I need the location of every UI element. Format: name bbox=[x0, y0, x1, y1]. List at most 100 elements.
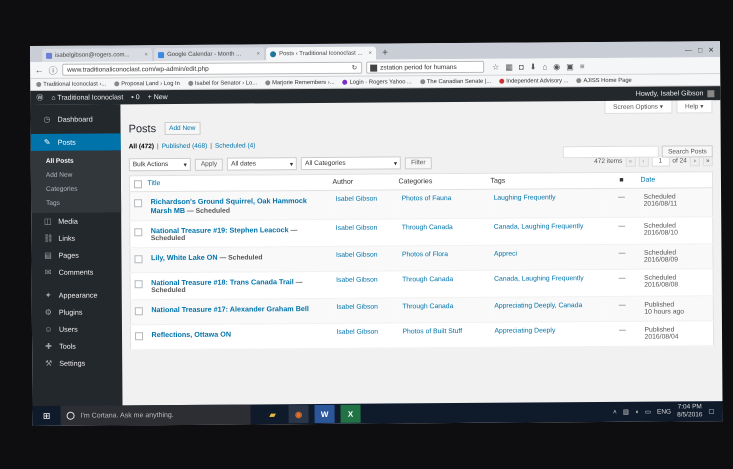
tags-link[interactable]: Canada, Laughing Frequently bbox=[490, 217, 603, 246]
sidebar-item-media[interactable]: ◫ Media bbox=[31, 212, 121, 230]
browser-tab-posts[interactable]: Posts ‹ Traditional Iconoclast ... × bbox=[266, 46, 377, 61]
row-checkbox[interactable] bbox=[135, 332, 144, 341]
post-search-input[interactable] bbox=[563, 145, 660, 159]
author-link[interactable]: Isabel Gibson bbox=[333, 270, 400, 299]
screen-options-button[interactable]: Screen Options ▾ bbox=[604, 100, 673, 114]
bookmark-item[interactable]: Traditional Iconoclast ›... bbox=[36, 81, 106, 87]
word-icon[interactable]: W bbox=[314, 404, 335, 424]
author-link[interactable]: Isabel Gibson bbox=[332, 245, 400, 272]
filter-published[interactable]: Published (468) bbox=[162, 143, 208, 150]
author-link[interactable]: Isabel Gibson bbox=[333, 322, 400, 349]
sidebar-item-plugins[interactable]: ⚙ Plugins bbox=[32, 303, 122, 321]
submenu-add-new[interactable]: Add New bbox=[31, 167, 121, 182]
home-icon[interactable]: ⌂ bbox=[542, 62, 547, 71]
bulk-actions-select[interactable]: Bulk Actions ▾ bbox=[128, 157, 191, 172]
row-checkbox[interactable] bbox=[134, 228, 143, 237]
download-icon[interactable]: ⬇ bbox=[530, 62, 537, 71]
bookmark-item[interactable]: AJISS Home Page bbox=[576, 77, 632, 84]
site-name-link[interactable]: ⌂ Traditional Iconoclast bbox=[51, 94, 123, 102]
info-icon[interactable]: ⓘ bbox=[48, 63, 58, 76]
help-button[interactable]: Help ▾ bbox=[675, 100, 713, 114]
column-date[interactable]: Date bbox=[640, 171, 713, 189]
categories-link[interactable]: Photos of Built Stuff bbox=[399, 322, 492, 348]
pocket-icon[interactable]: ◘ bbox=[519, 62, 524, 71]
sidebar-item-appearance[interactable]: ✦ Appearance bbox=[32, 286, 122, 304]
close-icon[interactable]: × bbox=[257, 51, 261, 57]
submenu-all-posts[interactable]: All Posts bbox=[31, 153, 121, 168]
table-row[interactable]: Richardson's Ground Squirrel, Oak Hammoc… bbox=[129, 187, 713, 221]
bookmark-item[interactable]: Marjorie Remembers ›... bbox=[265, 79, 335, 86]
star-icon[interactable]: ☆ bbox=[492, 62, 499, 71]
row-checkbox[interactable] bbox=[134, 255, 143, 264]
row-checkbox[interactable] bbox=[134, 307, 143, 316]
post-title-link[interactable]: National Treasure #19: Stephen Leacock bbox=[151, 225, 289, 235]
categories-link[interactable]: Photos of Flora bbox=[398, 245, 492, 271]
tags-link[interactable]: Appreciating Deeply bbox=[491, 321, 604, 348]
chevron-up-icon[interactable]: ˄ bbox=[613, 408, 617, 415]
volume-icon[interactable]: ◖ bbox=[635, 408, 639, 415]
file-explorer-icon[interactable]: ▰ bbox=[263, 405, 283, 423]
row-checkbox[interactable] bbox=[134, 280, 143, 289]
select-all-checkbox[interactable] bbox=[133, 179, 142, 188]
keyboard-language[interactable]: ENG bbox=[657, 408, 671, 415]
network-icon[interactable]: ▥ bbox=[623, 408, 629, 416]
comments-link[interactable]: ▪ 0 bbox=[131, 94, 139, 101]
reading-list-icon[interactable]: ▦ bbox=[505, 62, 513, 71]
comment-bubble-icon[interactable]: ■ bbox=[602, 172, 641, 189]
post-title-link[interactable]: Reflections, Ottawa ON bbox=[151, 330, 231, 340]
post-title-link[interactable]: Lily, White Lake ON bbox=[151, 253, 218, 262]
bookmark-item[interactable]: Login - Rogers Yahoo ... bbox=[342, 79, 412, 85]
browser-tab-calendar[interactable]: Google Calendar - Month ... × bbox=[154, 47, 265, 62]
sidebar-item-links[interactable]: ⛓ Links bbox=[31, 229, 121, 247]
cortana-search[interactable]: I'm Cortana. Ask me anything. bbox=[60, 404, 251, 426]
browser-tab-email[interactable]: isabelgibson@rogers.com... × bbox=[42, 48, 153, 62]
wordpress-logo-icon[interactable]: Ⓦ bbox=[36, 93, 43, 103]
search-bar[interactable]: zstation period for humans bbox=[366, 60, 485, 74]
addon-icon[interactable]: ▣ bbox=[566, 62, 574, 71]
sidebar-item-pages[interactable]: ▤ Pages bbox=[31, 246, 121, 264]
excel-icon[interactable]: X bbox=[340, 404, 361, 423]
close-icon[interactable]: × bbox=[145, 52, 149, 58]
address-bar[interactable]: www.traditionaliconoclast.com/wp-admin/e… bbox=[62, 61, 363, 76]
add-new-button[interactable]: Add New bbox=[164, 121, 201, 136]
author-link[interactable]: Isabel Gibson bbox=[332, 218, 399, 247]
bookmark-item[interactable]: Proposal Land › Log In bbox=[114, 80, 180, 87]
author-link[interactable]: Isabel Gibson bbox=[333, 297, 400, 324]
bookmark-item[interactable]: Independent Advisory ... bbox=[499, 78, 568, 84]
categories-link[interactable]: Through Canada bbox=[399, 270, 492, 298]
column-title[interactable]: Title bbox=[147, 174, 333, 192]
row-checkbox[interactable] bbox=[134, 199, 143, 208]
sidebar-item-comments[interactable]: ✉ Comments bbox=[32, 263, 122, 281]
close-icon[interactable]: × bbox=[369, 50, 373, 56]
minimize-icon[interactable]: — bbox=[685, 47, 692, 54]
account-menu[interactable]: Howdy, Isabel Gibson bbox=[636, 89, 715, 97]
sidebar-item-users[interactable]: ☺ Users bbox=[32, 320, 122, 338]
sidebar-item-posts[interactable]: ✎ Posts bbox=[30, 133, 121, 151]
submenu-categories[interactable]: Categories bbox=[31, 181, 121, 196]
submenu-tags[interactable]: Tags bbox=[31, 195, 121, 210]
battery-icon[interactable]: ▭ bbox=[645, 408, 651, 416]
categories-link[interactable]: Through Canada bbox=[399, 297, 492, 323]
filter-all[interactable]: All (472) bbox=[129, 143, 154, 150]
sidebar-item-dashboard[interactable]: ◷ Dashboard bbox=[30, 110, 120, 128]
apply-button[interactable]: Apply bbox=[194, 158, 224, 171]
post-title-link[interactable]: National Treasure #18: Trans Canada Trai… bbox=[151, 277, 294, 287]
close-window-icon[interactable]: ✕ bbox=[708, 46, 714, 54]
post-title-link[interactable]: National Treasure #17: Alexander Graham … bbox=[151, 304, 309, 314]
categories-select[interactable]: All Categories ▾ bbox=[301, 156, 402, 171]
search-posts-button[interactable]: Search Posts bbox=[662, 145, 713, 158]
bookmark-item[interactable]: The Canadian Senate |... bbox=[419, 78, 491, 85]
tags-link[interactable]: Appreci bbox=[490, 244, 604, 271]
table-row[interactable]: National Treasure #19: Stephen Leacock —… bbox=[129, 216, 713, 248]
filter-button[interactable]: Filter bbox=[405, 156, 432, 169]
maximize-icon[interactable]: □ bbox=[698, 47, 702, 54]
clock[interactable]: 7:04 PM 8/5/2016 bbox=[677, 403, 702, 419]
dates-select[interactable]: All dates ▾ bbox=[227, 157, 298, 171]
categories-link[interactable]: Photos of Fauna bbox=[398, 189, 491, 219]
notifications-icon[interactable]: ▢ bbox=[708, 407, 714, 415]
shield-icon[interactable]: ◉ bbox=[553, 62, 560, 71]
new-content-link[interactable]: + New bbox=[148, 94, 168, 101]
new-tab-button[interactable]: + bbox=[378, 46, 392, 59]
sidebar-item-settings[interactable]: ⚒ Settings bbox=[32, 354, 122, 372]
tags-link[interactable]: Appreciating Deeply, Canada bbox=[491, 296, 604, 323]
